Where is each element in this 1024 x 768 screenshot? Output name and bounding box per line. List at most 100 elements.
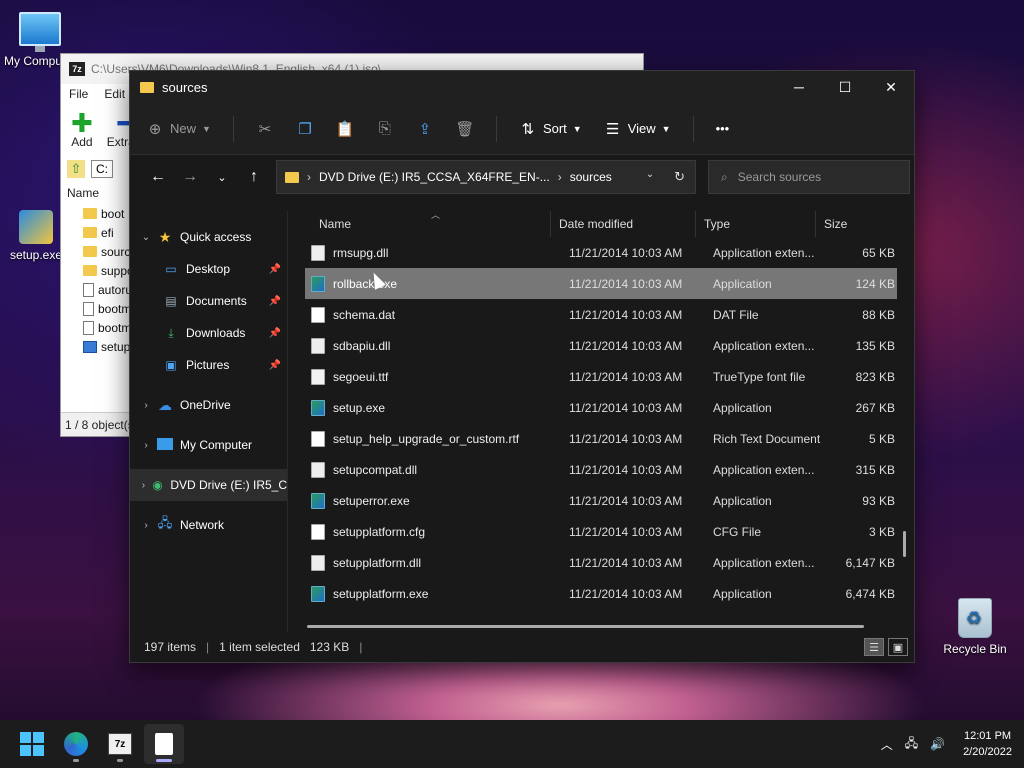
chevron-right-icon[interactable]: › (136, 480, 151, 491)
file-explorer-window[interactable]: sources ─ ☐ ✕ ⊕ New ▼ ✂ ❐ 📋 ⎘ ⇪ 🗑 ⇅ Sort… (129, 70, 915, 663)
sidebar-item-downloads[interactable]: ⤓ Downloads 📌 (130, 317, 287, 349)
star-icon: ★ (158, 228, 172, 245)
file-size: 88 KB (862, 307, 895, 322)
setup-icon (19, 210, 53, 244)
file-row[interactable]: setupplatform.dll 11/21/2014 10:03 AM Appl… (305, 547, 897, 578)
file-row[interactable]: setupcompat.dll 11/21/2014 10:03 AM Applic… (305, 454, 897, 485)
file-type: TrueType font file (713, 369, 806, 384)
taskbar-explorer[interactable] (144, 724, 184, 764)
file-row[interactable]: sdbapiu.dll 11/21/2014 10:03 AM Applicatio… (305, 330, 897, 361)
sidebar-item-desktop[interactable]: ▭ Desktop 📌 (130, 253, 287, 285)
path-field[interactable]: › DVD Drive (E:) IR5_CCSA_X64FRE_EN-... … (276, 160, 696, 194)
desktop-icon-recycle-bin[interactable]: Recycle Bin (935, 598, 1015, 656)
minimize-button[interactable]: ─ (776, 71, 822, 103)
chevron-down-icon[interactable]: ⌄ (136, 232, 156, 243)
file-row[interactable]: setupplatform.exe 11/21/2014 10:03 AM Appl… (305, 578, 897, 609)
file-row[interactable]: schema.dat 11/21/2014 10:03 AM DAT File 88 … (305, 299, 897, 330)
details-view-icon[interactable]: ☰ (864, 638, 884, 656)
delete-button[interactable]: 🗑 (455, 120, 474, 138)
file-icon (311, 368, 325, 385)
chevron-right-icon[interactable]: › (136, 440, 156, 451)
file-type: Application (713, 276, 772, 291)
rename-icon: ⎘ (378, 120, 391, 137)
column-header-type[interactable]: Type (696, 211, 816, 237)
clock[interactable]: 12:01 PM 2/20/2022 (963, 728, 1012, 760)
forward-arrow-icon[interactable]: → (174, 168, 206, 186)
file-row[interactable]: rmsupg.dll 11/21/2014 10:03 AM Application… (305, 237, 897, 268)
sidebar-item-dvd-drive[interactable]: › ◉ DVD Drive (E:) IR5_C (130, 469, 287, 501)
back-arrow-icon[interactable]: ← (142, 168, 174, 186)
file-icon (311, 492, 325, 509)
sidebar-item-quick-access[interactable]: ⌄ ★ Quick access (130, 221, 287, 253)
chevron-right-icon[interactable]: › (136, 400, 156, 411)
plus-circle-icon: ⊕ (148, 120, 162, 138)
pin-icon[interactable]: 📌 (269, 360, 281, 371)
large-icons-view-icon[interactable]: ▣ (888, 638, 908, 656)
refresh-icon[interactable]: ↻ (674, 169, 685, 185)
chevron-up-icon[interactable]: ︿ (881, 736, 893, 753)
cut-button[interactable]: ✂ (256, 120, 274, 138)
column-header-name[interactable]: Name (61, 182, 131, 204)
file-type: Application exten... (713, 462, 815, 477)
sidebar-item-documents[interactable]: ▤ Documents 📌 (130, 285, 287, 317)
taskbar-edge[interactable] (56, 724, 96, 764)
horizontal-scrollbar[interactable] (307, 625, 864, 628)
sidebar-item-network[interactable]: › 🖧 Network (130, 509, 287, 541)
file-row[interactable]: setupplatform.cfg 11/21/2014 10:03 AM CFG … (305, 516, 897, 547)
maximize-button[interactable]: ☐ (822, 71, 868, 103)
file-row[interactable]: setup.exe 11/21/2014 10:03 AM Application 2… (305, 392, 897, 423)
clock-time: 12:01 PM (963, 730, 1012, 742)
breadcrumb-folder[interactable]: sources (570, 170, 612, 184)
vertical-scrollbar[interactable] (903, 531, 906, 557)
explorer-titlebar[interactable]: sources ─ ☐ ✕ (130, 71, 914, 103)
sevenzip-file-list: Name boot efi sources support autorun.in… (61, 182, 157, 356)
up-folder-icon[interactable]: ⇧ (67, 160, 85, 178)
column-header-size[interactable]: Size (816, 211, 896, 237)
pin-icon[interactable]: 📌 (269, 296, 281, 307)
network-icon[interactable]: 🖧 (905, 734, 918, 755)
rename-button[interactable]: ⎘ (376, 120, 394, 138)
close-button[interactable]: ✕ (868, 71, 914, 103)
breadcrumb-drive[interactable]: DVD Drive (E:) IR5_CCSA_X64FRE_EN-... (319, 170, 550, 184)
volume-icon[interactable]: 🔊 (930, 737, 945, 751)
share-button[interactable]: ⇪ (416, 120, 434, 138)
column-header-date[interactable]: Date modified (551, 211, 696, 237)
sidebar-item-onedrive[interactable]: › ☁ OneDrive (130, 389, 287, 421)
more-options-button[interactable]: ••• (716, 121, 730, 136)
chevron-down-icon[interactable]: ⌄ (646, 169, 654, 185)
menu-edit[interactable]: Edit (104, 87, 125, 101)
new-button[interactable]: ⊕ New ▼ (146, 120, 211, 138)
file-name: rmsupg.dll (333, 245, 389, 260)
paste-button[interactable]: 📋 (336, 120, 355, 138)
column-header-name[interactable]: Name (289, 211, 551, 237)
add-button[interactable]: ✚ Add (71, 110, 93, 149)
file-row[interactable]: setup_help_upgrade_or_custom.rtf 11/21/20… (305, 423, 897, 454)
sevenzip-address-field[interactable]: C: (91, 160, 113, 178)
divider (232, 115, 234, 142)
sidebar-item-my-computer[interactable]: › My Computer (130, 429, 287, 461)
up-arrow-icon[interactable]: ↑ (238, 168, 270, 186)
start-button[interactable] (12, 724, 52, 764)
running-indicator (117, 759, 123, 762)
view-button[interactable]: ☰ View ▼ (604, 120, 671, 138)
menu-file[interactable]: File (69, 87, 88, 101)
sidebar-item-pictures[interactable]: ▣ Pictures 📌 (130, 349, 287, 381)
file-row-selected[interactable]: rollback.exe 11/21/2014 10:03 AM Applicati… (305, 268, 897, 299)
chevron-right-icon: › (557, 170, 562, 184)
file-row[interactable]: segoeui.ttf 11/21/2014 10:03 AM TrueType f… (305, 361, 897, 392)
pin-icon[interactable]: 📌 (269, 264, 281, 275)
search-input[interactable]: ⌕ Search sources (708, 160, 910, 194)
chevron-down-icon: ▼ (572, 123, 582, 134)
scissors-icon: ✂ (258, 120, 272, 138)
file-name: setup_help_upgrade_or_custom.rtf (333, 431, 520, 446)
sort-button[interactable]: ⇅ Sort ▼ (519, 120, 582, 138)
pin-icon[interactable]: 📌 (269, 328, 281, 339)
chevron-right-icon[interactable]: › (136, 520, 156, 531)
file-icon (83, 282, 94, 297)
sort-icon: ⇅ (521, 120, 535, 138)
copy-button[interactable]: ❐ (296, 120, 314, 138)
file-row[interactable]: setuperror.exe 11/21/2014 10:03 AM Applica… (305, 485, 897, 516)
recent-locations-chevron-icon[interactable]: ⌄ (206, 171, 238, 184)
taskbar-7zip[interactable]: 7z (100, 724, 140, 764)
navigation-pane: ⌄ ★ Quick access ▭ Desktop 📌 ▤ Documents… (130, 211, 288, 632)
